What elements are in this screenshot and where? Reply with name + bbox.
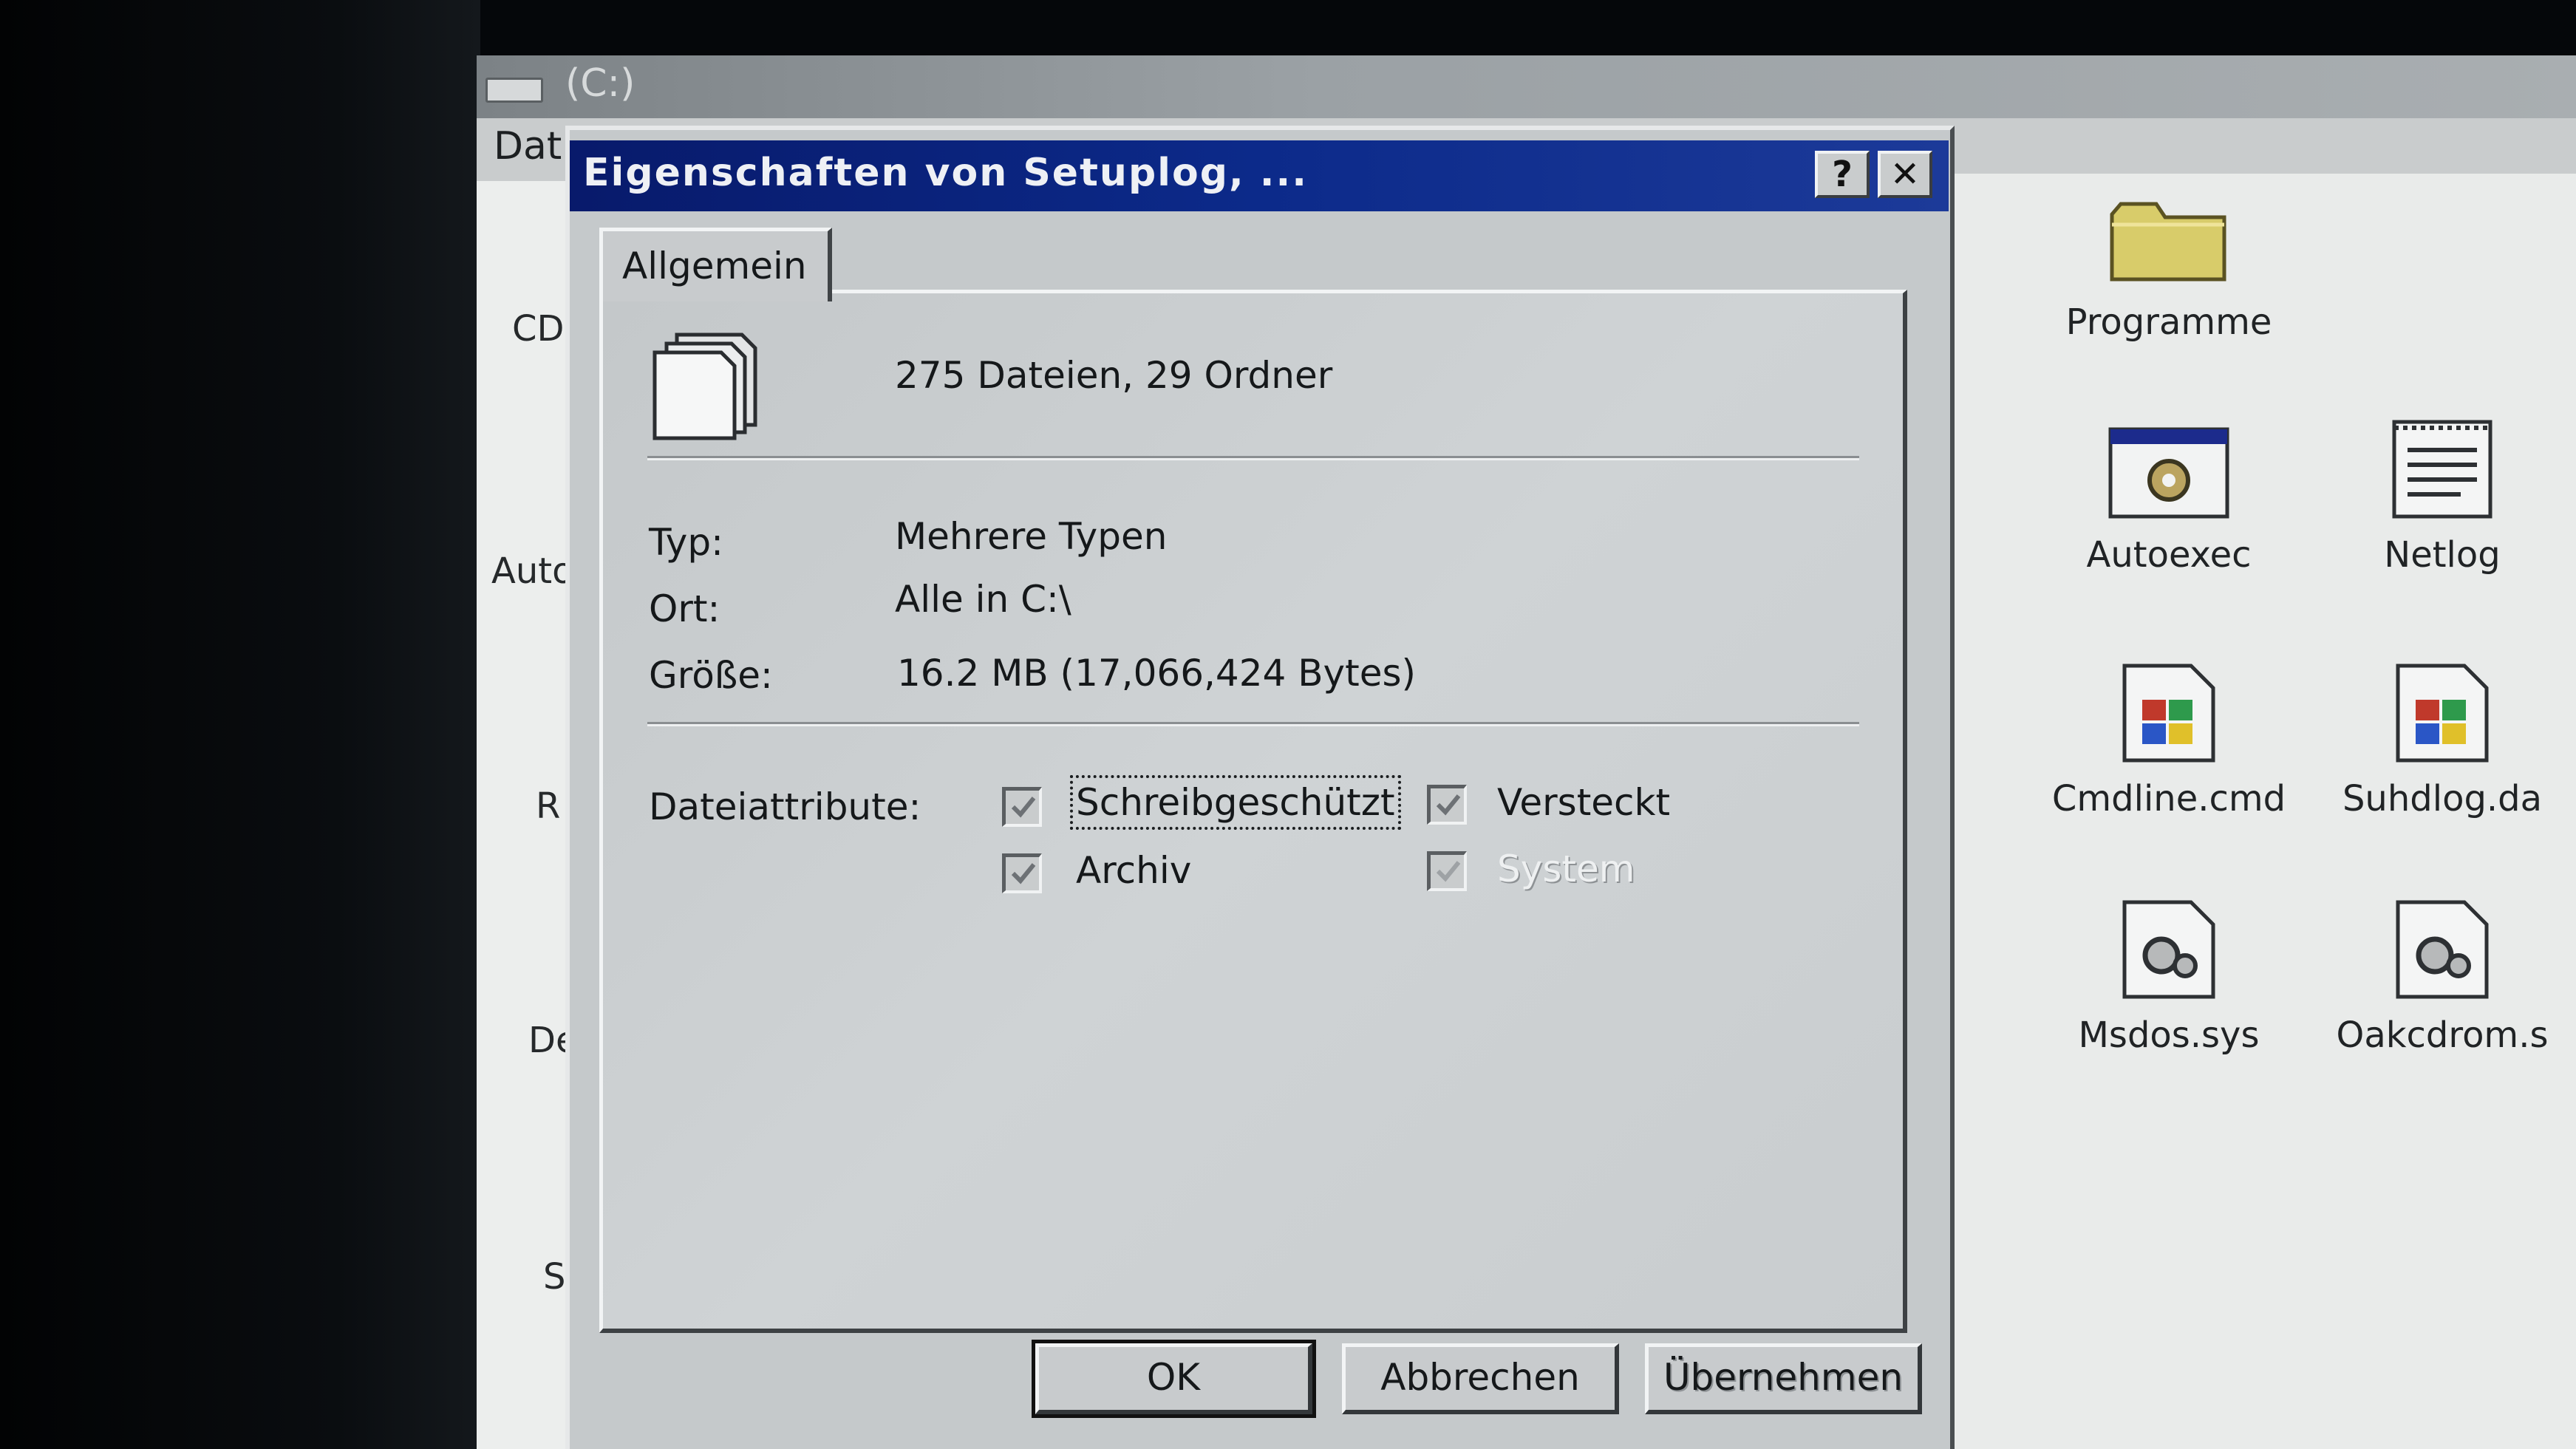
file-name: Suhdlog.da: [2342, 778, 2543, 819]
tab-general[interactable]: Allgemein: [599, 228, 832, 301]
checkmark-icon: [1011, 863, 1036, 884]
file-name: Cmdline.cmd: [2051, 778, 2286, 819]
separator: [647, 722, 1859, 726]
left-item-label[interactable]: S: [543, 1256, 565, 1298]
size-label: Größe:: [649, 654, 773, 697]
location-label: Ort:: [649, 587, 720, 630]
dialog-title: Eigenschaften von Setuplog, ...: [583, 151, 1309, 195]
selection-summary: 275 Dateien, 29 Ordner: [895, 354, 1333, 397]
text-file-icon: [2392, 420, 2492, 519]
system-label: System: [1497, 848, 1635, 890]
left-item-label[interactable]: R: [536, 785, 560, 827]
file-item-autoexec[interactable]: Autoexec: [2014, 425, 2324, 576]
checkmark-icon: [1436, 794, 1461, 816]
file-name: Programme: [2065, 301, 2272, 343]
tab-general-label: Allgemein: [622, 245, 807, 287]
left-item-label[interactable]: CD: [512, 308, 564, 350]
file-item-cmdline[interactable]: Cmdline.cmd: [2014, 661, 2324, 819]
separator: [647, 456, 1859, 460]
windows-file-icon: [2122, 664, 2215, 763]
hidden-checkbox[interactable]: [1427, 785, 1467, 825]
file-item-msdos[interactable]: Msdos.sys: [2014, 898, 2324, 1056]
system-file-icon: [2122, 900, 2215, 999]
readonly-label[interactable]: Schreibgeschützt: [1070, 775, 1401, 830]
multiple-files-icon: [652, 333, 757, 440]
file-item-oakcdrom[interactable]: Oakcdrom.s: [2287, 898, 2576, 1056]
archive-label[interactable]: Archiv: [1076, 849, 1191, 892]
properties-dialog: Eigenschaften von Setuplog, ... ? ✕ Allg…: [565, 126, 1955, 1449]
windows-file-icon: [2396, 664, 2489, 763]
explorer-title: (C:): [565, 61, 636, 106]
help-button[interactable]: ?: [1815, 151, 1870, 198]
dialog-title-bar[interactable]: Eigenschaften von Setuplog, ... ? ✕: [570, 140, 1949, 211]
close-button[interactable]: ✕: [1878, 151, 1932, 198]
explorer-file-list: Programme Autoexec Netlog Cmdline.cmd Su…: [1955, 174, 2576, 1449]
file-item-suhdlog[interactable]: Suhdlog.da: [2287, 661, 2576, 819]
checkmark-icon: [1011, 797, 1036, 818]
size-value: 16.2 MB (17,066,424 Bytes): [897, 652, 1417, 695]
ok-button[interactable]: OK: [1032, 1340, 1316, 1418]
archive-checkbox[interactable]: [1002, 853, 1042, 893]
file-item-programme[interactable]: Programme: [2014, 192, 2324, 343]
monitor-bezel-left: [0, 0, 480, 1449]
readonly-checkbox[interactable]: [1002, 787, 1042, 827]
location-value: Alle in C:\: [895, 578, 1071, 621]
system-file-icon: [2396, 900, 2489, 999]
attributes-label: Dateiattribute:: [649, 785, 921, 828]
explorer-left-pane: CD Auto R De S: [477, 181, 580, 1449]
file-item-netlog[interactable]: Netlog: [2287, 417, 2576, 576]
cancel-button[interactable]: Abbrechen: [1342, 1343, 1619, 1414]
help-icon: ?: [1832, 154, 1853, 195]
system-checkbox: [1427, 851, 1467, 891]
file-name: Msdos.sys: [2078, 1015, 2260, 1056]
folder-icon: [2110, 202, 2226, 282]
explorer-title-bar[interactable]: (C:): [477, 55, 2576, 118]
file-name: Netlog: [2384, 534, 2501, 576]
batch-file-icon: [2108, 427, 2229, 519]
file-name: Autoexec: [2086, 534, 2252, 576]
type-value: Mehrere Typen: [895, 515, 1168, 558]
file-name: Oakcdrom.s: [2336, 1015, 2549, 1056]
checkmark-icon: [1436, 861, 1461, 882]
general-tab-panel: 275 Dateien, 29 Ordner Typ: Mehrere Type…: [599, 290, 1907, 1333]
apply-button: Übernehmen: [1645, 1343, 1922, 1414]
drive-icon[interactable]: [485, 78, 543, 103]
menu-file-label[interactable]: Dat: [494, 124, 562, 168]
type-label: Typ:: [649, 521, 723, 564]
close-icon: ✕: [1890, 154, 1921, 195]
hidden-label[interactable]: Versteckt: [1497, 781, 1670, 824]
left-item-label[interactable]: Auto: [491, 550, 573, 592]
